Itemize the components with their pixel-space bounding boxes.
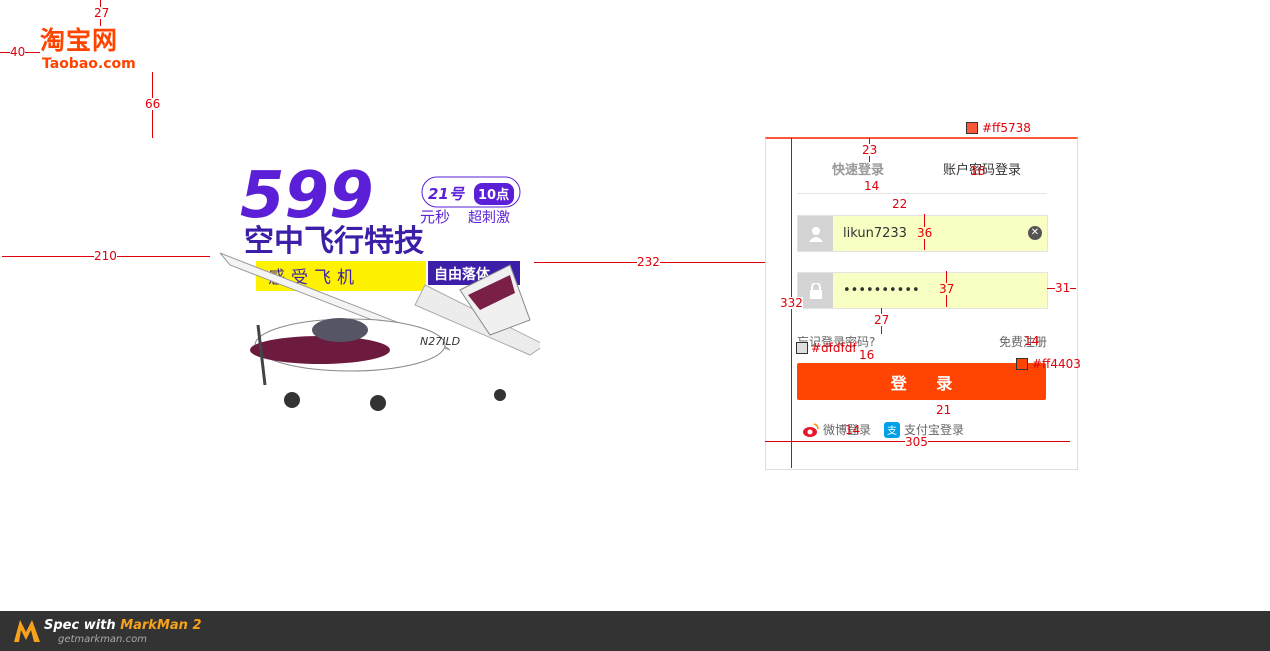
measure-label: 14: [864, 179, 880, 193]
measure-label: 36: [917, 226, 933, 240]
measure-label: 14: [845, 423, 861, 437]
taobao-logo-en[interactable]: Taobao.com: [42, 56, 136, 72]
banner-date: 21号: [428, 185, 466, 203]
color-swatch: [966, 122, 978, 134]
plane-fuselage-stripe: [250, 336, 390, 364]
clear-icon[interactable]: ✕: [1028, 226, 1042, 240]
weibo-icon: [803, 423, 819, 437]
measure-label: 40: [10, 45, 26, 59]
banner-time: 10点: [478, 187, 509, 203]
banner-unit: 元秒: [420, 208, 450, 226]
measure-label: 332: [780, 296, 803, 310]
login-button[interactable]: 登 录: [797, 363, 1046, 400]
measure-label: 37: [939, 282, 955, 296]
plane-wheel-rear: [494, 389, 506, 401]
color-swatch: [796, 342, 808, 354]
measure-label: 31: [1055, 281, 1071, 295]
measure-label: 14: [1024, 334, 1040, 348]
banner-headline: 空中飞行特技: [244, 224, 424, 259]
password-input[interactable]: ••••••••••: [843, 283, 920, 299]
lock-icon: [798, 273, 833, 308]
tab-divider: [797, 193, 1047, 194]
measure-label: 23: [862, 143, 878, 157]
tab-quick-login[interactable]: 快速登录: [832, 163, 884, 179]
measure-label: 232: [637, 255, 660, 269]
measure-label: 16: [970, 164, 986, 178]
alipay-icon: 支: [884, 422, 900, 438]
footer-title-brand: MarkMan 2: [120, 618, 202, 633]
measure-label: 27: [94, 6, 110, 20]
promo-banner[interactable]: 599 21号 10点 元秒 超刺激 空中飞行特技 感受飞机 自由落体 N27I…: [210, 145, 540, 415]
markman-footer-title: Spec with MarkMan 2: [44, 619, 202, 633]
plane-registration: N27ILD: [420, 335, 460, 348]
measure-label: 27: [874, 313, 890, 327]
measure-label: 16: [859, 348, 875, 362]
svg-text:支: 支: [887, 425, 897, 437]
plane-wheel-front: [284, 392, 300, 408]
user-icon: [798, 216, 833, 251]
color-label: #ff4403: [1032, 357, 1081, 371]
color-swatch: [1016, 358, 1028, 370]
measure-label: 305: [905, 435, 928, 449]
footer-title-prefix: Spec with: [44, 618, 121, 633]
register-link[interactable]: 免费注册: [999, 335, 1047, 349]
measure-label: 66: [145, 97, 161, 111]
taobao-logo-cn[interactable]: 淘宝网: [40, 26, 118, 56]
markman-footer-url[interactable]: getmarkman.com: [58, 634, 147, 646]
plane-wheel-mid: [370, 395, 386, 411]
username-input[interactable]: likun7233: [843, 226, 907, 242]
measure-label: 22: [892, 197, 908, 211]
color-label: #dfdfdf: [811, 341, 857, 355]
color-label: #ff5738: [982, 121, 1031, 135]
markman-logo-icon: [14, 620, 40, 642]
login-panel: 快速登录 账户密码登录 likun7233 ✕ •••••••••• 忘记登录密…: [765, 137, 1078, 470]
measure-label: 21: [936, 403, 952, 417]
banner-tagline: 超刺激: [468, 209, 510, 226]
plane-cockpit: [312, 318, 368, 342]
password-field[interactable]: ••••••••••: [797, 272, 1048, 309]
banner-price: 599: [240, 159, 374, 233]
measure-label: 210: [94, 249, 117, 263]
weibo-login-link[interactable]: 微博登录: [803, 422, 871, 438]
